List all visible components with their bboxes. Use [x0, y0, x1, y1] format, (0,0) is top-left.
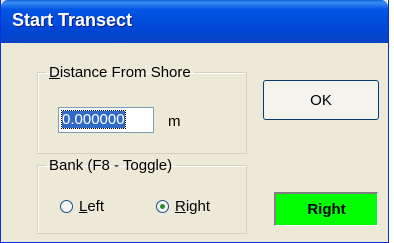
start-transect-dialog: Start Transect Distance From Shore 0.000…: [0, 0, 389, 243]
bank-right-label: Right: [175, 198, 211, 215]
ok-button[interactable]: OK: [263, 80, 379, 120]
bank-right-radio[interactable]: Right: [156, 198, 210, 215]
bank-left-label: Left: [79, 198, 105, 215]
radio-unchecked-icon: [60, 200, 73, 213]
distance-from-shore-group: Distance From Shore 0.000000 m: [37, 64, 247, 154]
bank-status-indicator: Right: [274, 192, 378, 226]
distance-group-legend: Distance From Shore: [49, 64, 191, 81]
bank-left-radio[interactable]: Left: [60, 198, 104, 215]
distance-input[interactable]: 0.000000: [58, 107, 154, 133]
distance-unit: m: [168, 113, 181, 130]
radio-checked-icon: [156, 200, 169, 213]
bank-group: Bank (F8 - Toggle) Left Right: [37, 157, 247, 234]
distance-value: 0.000000: [61, 110, 126, 129]
dialog-title: Start Transect: [12, 10, 133, 30]
bank-group-legend: Bank (F8 - Toggle): [49, 157, 173, 174]
title-bar[interactable]: Start Transect: [1, 0, 388, 43]
